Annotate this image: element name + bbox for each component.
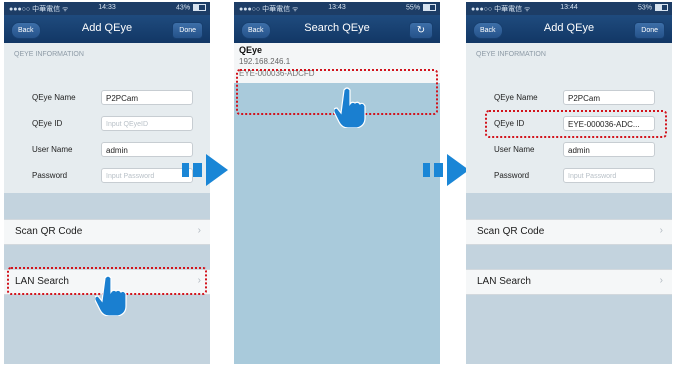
section-divider <box>4 193 210 219</box>
refresh-icon[interactable]: ↻ <box>409 22 433 39</box>
battery-percent: 55% <box>406 4 421 12</box>
tap-hand-icon <box>334 87 366 128</box>
qeye-name-label: QEye Name <box>32 93 76 102</box>
status-bar: ●●●○○ 中華電信 ᯤ 13:43 55% <box>234 2 440 15</box>
status-bar: ●●●○○ 中華電信 ᯤ 14:33 43% <box>4 2 210 15</box>
form-row-password: Password Input Password <box>466 166 672 186</box>
battery-indicator: 55% <box>406 4 436 11</box>
battery-percent: 43% <box>176 4 191 12</box>
battery-indicator: 53% <box>638 4 668 11</box>
user-name-label: User Name <box>494 145 535 154</box>
nav-bar: Back Search QEye ↻ <box>234 15 440 43</box>
bottom-area <box>466 295 672 364</box>
qeye-name-field[interactable]: P2PCam <box>563 90 655 105</box>
form-row-name: QEye Name P2PCam <box>4 88 210 108</box>
battery-fill <box>194 5 199 10</box>
done-button[interactable]: Done <box>172 22 203 39</box>
battery-icon <box>193 4 206 11</box>
nav-bar: Back Add QEye Done <box>4 15 210 43</box>
phone-add-qeye-filled: ●●●○○ 中華電信 ᯤ 13:44 53% Back Add QEye Don… <box>466 2 672 364</box>
lan-search-label: LAN Search <box>477 276 531 287</box>
arrow-right-icon <box>182 154 228 186</box>
qeye-name-label: QEye Name <box>494 93 538 102</box>
qeye-id-label: QEye ID <box>32 119 63 128</box>
form-row-name: QEye Name P2PCam <box>466 88 672 108</box>
password-label: Password <box>32 171 68 180</box>
battery-fill <box>424 5 431 10</box>
form-row-user: User Name admin <box>466 140 672 160</box>
password-label: Password <box>494 171 530 180</box>
done-button[interactable]: Done <box>634 22 665 39</box>
password-field[interactable]: Input Password <box>563 168 655 183</box>
form-row-id: QEye ID Input QEyeID <box>4 114 210 134</box>
phone-search-qeye: ●●●○○ 中華電信 ᯤ 13:43 55% Back Search QEye … <box>234 2 440 364</box>
qeye-id-field[interactable]: Input QEyeID <box>101 116 193 131</box>
chevron-right-icon: › <box>197 225 201 236</box>
battery-icon <box>423 4 436 11</box>
section-header: QEYE INFORMATION <box>476 51 546 58</box>
battery-percent: 53% <box>638 4 653 12</box>
form-content: QEYE INFORMATION QEye Name P2PCam QEye I… <box>466 43 672 364</box>
battery-icon <box>655 4 668 11</box>
qeye-name-field[interactable]: P2PCam <box>101 90 193 105</box>
user-name-label: User Name <box>32 145 73 154</box>
tap-hand-icon <box>95 275 127 316</box>
qeye-id-highlight <box>485 110 667 138</box>
section-divider <box>466 193 672 219</box>
section-divider <box>4 245 210 269</box>
battery-indicator: 43% <box>176 4 206 11</box>
lan-search-cell[interactable]: LAN Search › <box>466 269 672 295</box>
chevron-right-icon: › <box>659 275 663 286</box>
scan-qr-code-label: Scan QR Code <box>477 226 545 237</box>
section-divider <box>466 245 672 269</box>
user-name-field[interactable]: admin <box>563 142 655 157</box>
scan-qr-code-cell[interactable]: Scan QR Code › <box>466 219 672 245</box>
result-name: QEye <box>239 45 263 55</box>
status-bar: ●●●○○ 中華電信 ᯤ 13:44 53% <box>466 2 672 15</box>
section-header: QEYE INFORMATION <box>14 51 84 58</box>
nav-bar: Back Add QEye Done <box>466 15 672 43</box>
scan-qr-code-label: Scan QR Code <box>15 226 83 237</box>
chevron-right-icon: › <box>659 225 663 236</box>
scan-qr-code-cell[interactable]: Scan QR Code › <box>4 219 210 245</box>
arrow-right-icon <box>423 154 469 186</box>
result-ip: 192.168.246.1 <box>239 57 291 66</box>
battery-fill <box>656 5 662 10</box>
